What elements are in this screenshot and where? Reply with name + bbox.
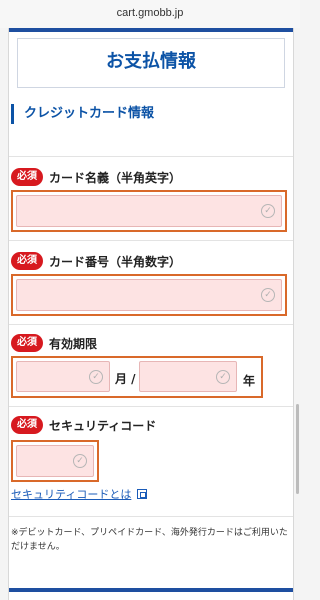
card-name-label: カード名義（半角英字） (49, 170, 182, 185)
required-badge: 必須 (11, 334, 43, 352)
bottom-accent-bar (9, 588, 293, 592)
card-name-label-row: 必須 カード名義（半角英字） (11, 168, 181, 186)
year-suffix: 年 (243, 374, 256, 388)
required-badge: 必須 (11, 416, 43, 434)
top-accent-bar (9, 28, 293, 32)
security-code-input[interactable]: ✓ (16, 445, 94, 477)
url-bar[interactable]: cart.gmobb.jp (0, 0, 300, 28)
divider (9, 406, 293, 407)
expiry-label: 有効期限 (49, 336, 98, 351)
month-suffix: 月 / (115, 372, 136, 386)
check-circle-icon: ✓ (261, 288, 275, 302)
expiry-year-input[interactable]: ✓ (139, 361, 237, 392)
security-code-help-text: セキュリティコードとは (11, 488, 132, 501)
expiry-month-input[interactable]: ✓ (16, 361, 110, 392)
payment-card: お支払情報 クレジットカード情報 必須 カード名義（半角英字） ✓ 必須 カード… (8, 28, 294, 600)
page-title: お支払情報 (17, 38, 285, 88)
required-badge: 必須 (11, 252, 43, 270)
scrollbar[interactable] (296, 404, 299, 494)
expiry-label-row: 必須 有効期限 (11, 334, 97, 352)
url-text: cart.gmobb.jp (116, 7, 184, 19)
card-number-highlight: ✓ (11, 274, 287, 316)
check-circle-icon: ✓ (261, 204, 275, 218)
divider (9, 240, 293, 241)
security-code-highlight: ✓ (11, 440, 99, 482)
card-number-input[interactable]: ✓ (16, 279, 282, 311)
divider (9, 156, 293, 157)
check-circle-icon: ✓ (89, 369, 103, 384)
check-circle-icon: ✓ (216, 369, 230, 384)
card-note: ※デビットカード、プリペイドカード、海外発行カードはご利用いただけません。 (11, 528, 288, 552)
required-badge: 必須 (11, 168, 43, 186)
security-code-label: セキュリティコード (49, 418, 157, 433)
security-code-label-row: 必須 セキュリティコード (11, 416, 156, 434)
check-circle-icon: ✓ (73, 454, 87, 468)
expiry-highlight: ✓ 月 / ✓ (11, 356, 263, 398)
divider (9, 516, 293, 517)
card-number-label: カード番号（半角数字） (49, 254, 182, 269)
card-name-input[interactable]: ✓ (16, 195, 282, 227)
card-name-highlight: ✓ (11, 190, 287, 232)
card-number-label-row: 必須 カード番号（半角数字） (11, 252, 181, 270)
section-title: クレジットカード情報 (11, 104, 154, 124)
divider (9, 324, 293, 325)
security-code-help-link[interactable]: セキュリティコードとは (11, 486, 148, 502)
external-link-icon (137, 489, 148, 499)
